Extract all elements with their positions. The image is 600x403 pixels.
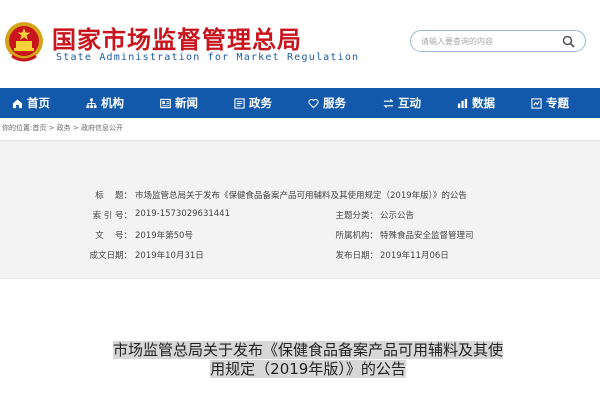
national-emblem-icon[interactable] <box>4 20 44 64</box>
interaction-icon <box>383 98 394 108</box>
nav-label: 数据 <box>472 96 495 110</box>
article-title-line2: 用规定（2019年版）》的公告 <box>210 360 406 378</box>
nav-item-org[interactable]: 机构 <box>86 88 124 118</box>
search-box <box>410 30 586 52</box>
news-icon <box>160 98 171 108</box>
topic-label: 主题分类： <box>335 211 378 221</box>
title-label: 标 题： <box>95 191 132 201</box>
created-label: 成文日期： <box>89 251 132 261</box>
nav-label: 机构 <box>101 96 124 110</box>
search-input[interactable] <box>421 35 561 48</box>
nav-item-government[interactable]: 政务 <box>234 88 272 118</box>
org-label: 所属机构： <box>335 231 378 241</box>
title-value: 市场监管总局关于发布《保健食品备案产品可用辅料及其使用规定（2019年版）》的公… <box>135 191 467 201</box>
nav-item-service[interactable]: 服务 <box>308 88 346 118</box>
nav-label: 新闻 <box>175 96 198 110</box>
article-title-line1: 市场监管总局关于发布《保健食品备案产品可用辅料及其使 <box>112 341 503 359</box>
article-title: 市场监管总局关于发布《保健食品备案产品可用辅料及其使 用规定（2019年版）》的… <box>78 341 538 379</box>
topic-value: 公示公告 <box>380 211 415 221</box>
nav-item-topic[interactable]: 专题 <box>531 88 569 118</box>
docno-label: 文 号： <box>95 231 132 241</box>
published-label: 发布日期： <box>335 251 378 261</box>
nav-label: 政务 <box>249 96 272 110</box>
nav-label: 首页 <box>27 96 50 110</box>
org-chart-icon <box>86 97 97 108</box>
nav-item-news[interactable]: 新闻 <box>160 88 198 118</box>
site-header: 国家市场监督管理总局 State Administration for Mark… <box>0 0 600 88</box>
article-area: 市场监管总局关于发布《保健食品备案产品可用辅料及其使 用规定（2019年版）》的… <box>0 278 600 403</box>
published-value: 2019年11月06日 <box>380 251 449 261</box>
main-nav: 首页 机构 新闻 政务 服务 互动 数据 专题 <box>0 88 600 118</box>
created-value: 2019年10月31日 <box>135 251 204 261</box>
breadcrumb: 你的位置:首页 > 政务 > 政府信息公开 <box>2 123 123 133</box>
index-label: 索 引 号： <box>92 211 132 221</box>
nav-label: 服务 <box>323 96 346 110</box>
document-info-panel: 标 题： 市场监管总局关于发布《保健食品备案产品可用辅料及其使用规定（2019年… <box>0 140 600 278</box>
site-title[interactable]: 国家市场监督管理总局 <box>52 20 302 55</box>
heart-icon <box>308 98 319 108</box>
chart-icon <box>457 98 468 108</box>
nav-item-interaction[interactable]: 互动 <box>383 88 421 118</box>
government-icon <box>234 97 245 109</box>
index-value: 2019-1573029631441 <box>135 209 231 219</box>
breadcrumb-text[interactable]: 你的位置:首页 > 政务 > 政府信息公开 <box>2 124 123 132</box>
topic-icon <box>531 97 542 109</box>
nav-item-data[interactable]: 数据 <box>457 88 495 118</box>
nav-label: 专题 <box>546 96 569 110</box>
site-subtitle: State Administration for Market Regulati… <box>56 52 360 63</box>
search-icon[interactable] <box>562 35 575 48</box>
nav-label: 互动 <box>398 96 421 110</box>
home-icon <box>12 98 23 108</box>
nav-item-home[interactable]: 首页 <box>12 88 50 118</box>
docno-value: 2019年第50号 <box>135 231 193 241</box>
org-value: 特殊食品安全监督管理司 <box>380 231 474 241</box>
